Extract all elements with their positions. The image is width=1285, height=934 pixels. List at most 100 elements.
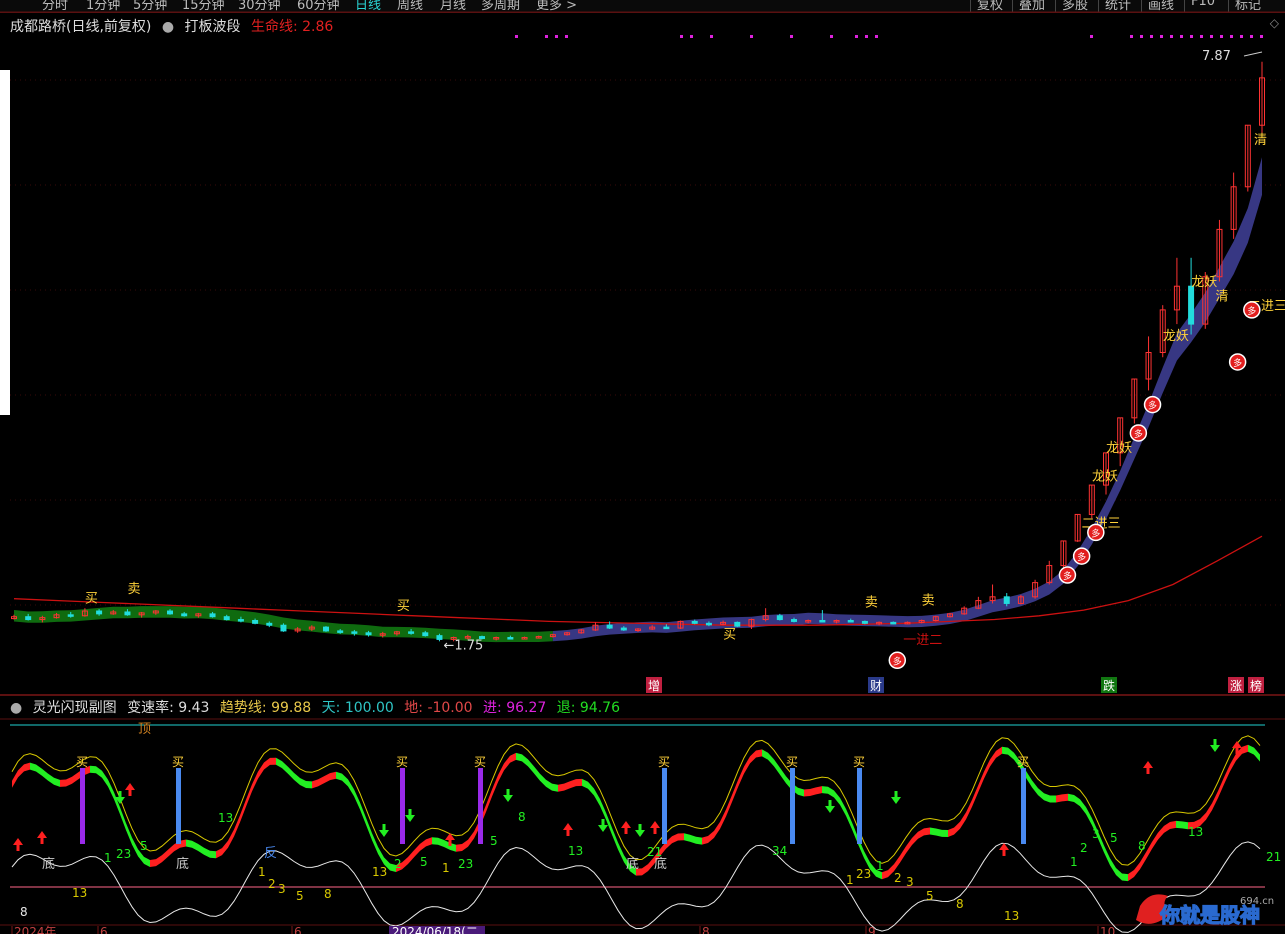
sub-buy-label-6: 买 <box>853 755 865 769</box>
candle-body-54 <box>776 615 783 621</box>
candle-body-42 <box>606 624 613 629</box>
bottom-marker-1: 财 <box>868 677 884 693</box>
ribbon-seg-190 <box>1146 841 1152 860</box>
duo-badge-3: 多 <box>1087 523 1105 542</box>
candle-body-29 <box>422 632 429 637</box>
candle-body-12 <box>181 613 188 617</box>
ribbon-seg-25 <box>156 855 162 867</box>
marker-text: 增 <box>648 679 660 693</box>
ribbon-seg-133 <box>804 789 810 797</box>
ribbon-seg-85 <box>516 752 522 762</box>
ribbon-seg-2 <box>18 764 24 778</box>
sub-count-9: 5 <box>296 889 304 903</box>
sub-arrow-stem-15 <box>1002 850 1006 856</box>
ribbon-seg-151 <box>912 831 918 845</box>
ribbon-seg-113 <box>684 833 690 842</box>
duo-text: 多 <box>1063 570 1072 582</box>
signal-bar-5 <box>790 768 795 844</box>
ribbon-seg-16 <box>102 770 108 787</box>
duo-text: 多 <box>1077 551 1086 563</box>
ribbon-seg-165 <box>996 746 1002 758</box>
marker-text: 榜 <box>1250 678 1262 693</box>
ribbon-seg-11 <box>72 772 78 784</box>
ribbon-seg-204 <box>1230 753 1236 772</box>
date-label-0: 2024年 <box>11 925 57 934</box>
ribbon-seg-134 <box>810 787 816 797</box>
ribbon-seg-150 <box>906 837 912 854</box>
sub-arrow-14 <box>891 797 901 804</box>
price-chart[interactable]: 7.87←1.75买买买卖卖 卖一进二二进三二进三龙妖龙妖龙妖龙妖清清多多多多多多… <box>0 0 1285 934</box>
ribbon-seg-51 <box>312 779 318 789</box>
sub-buy-label-4: 买 <box>658 755 670 769</box>
ribbon-seg-91 <box>552 783 558 792</box>
ribbon-seg-94 <box>570 779 576 789</box>
ribbon-seg-43 <box>264 757 270 770</box>
ribbon-seg-177 <box>1068 793 1074 802</box>
date-label-1: 6 <box>97 925 108 934</box>
ribbon-seg-152 <box>918 828 924 839</box>
sub-arrow-stem-5 <box>408 809 412 815</box>
ribbon-seg-126 <box>762 749 768 760</box>
sub-arrow-stem-2 <box>118 791 122 797</box>
sub-count-31: 3 <box>1092 827 1100 841</box>
signal-bar-0 <box>80 768 85 844</box>
ribbon-seg-171 <box>1032 780 1038 796</box>
ribbon-seg-170 <box>1026 770 1032 788</box>
sell-signal-2: 卖 <box>922 593 935 608</box>
ribbon-seg-10 <box>66 776 72 787</box>
high-label: 7.87 <box>1202 49 1231 64</box>
sub-count-2: 1 <box>104 851 112 865</box>
sub-count-22: 23 <box>856 867 871 881</box>
candle-body-83 <box>1188 285 1195 325</box>
sub-arrow-12 <box>650 821 660 828</box>
sub-count-0: 8 <box>20 905 28 919</box>
buy-signal-1: 买 <box>397 599 410 614</box>
ribbon-seg-173 <box>1044 793 1050 803</box>
sub-count-26: 5 <box>926 889 934 903</box>
buy-signal-0: 买 <box>85 592 98 607</box>
ribbon-seg-184 <box>1110 858 1116 876</box>
candle-body-8 <box>124 611 131 616</box>
signal-dot-0 <box>515 35 518 38</box>
sub-count-28: 13 <box>1004 909 1019 923</box>
signal-dot-16 <box>1150 35 1153 38</box>
signal-dot-22 <box>1210 35 1213 38</box>
duo-badge-7: 多 <box>1243 301 1261 319</box>
candle-body-18 <box>266 622 273 626</box>
ribbon-seg-4 <box>30 762 36 772</box>
duo-text: 多 <box>1134 428 1143 440</box>
ribbon-seg-208 <box>1254 747 1260 762</box>
ribbon-seg-128 <box>774 759 780 775</box>
sub-count-17: 8 <box>518 810 526 824</box>
ribbon-seg-77 <box>468 831 474 847</box>
sub-arrow-stem-10 <box>624 828 628 834</box>
sub-count-35: 21 <box>1266 850 1281 864</box>
signal-dot-7 <box>750 35 753 38</box>
date-label-4: 8 <box>699 925 710 934</box>
sub-count-7: 2 <box>268 877 276 891</box>
sub-arrow-4 <box>379 830 389 837</box>
date-text: 9 <box>868 925 876 934</box>
candle-body-25 <box>365 632 372 636</box>
ribbon-seg-88 <box>534 766 540 781</box>
sub-count-32: 5 <box>1110 831 1118 845</box>
ribbon-seg-82 <box>498 763 504 783</box>
candle-body-15 <box>223 616 230 621</box>
duo-badge-6: 多 <box>1228 353 1247 371</box>
ribbon-seg-155 <box>936 828 942 837</box>
ribbon-seg-36 <box>222 840 228 856</box>
ribbon-seg-111 <box>672 833 678 844</box>
ribbon-seg-5 <box>36 764 42 776</box>
sub-count-16: 5 <box>490 834 498 848</box>
sub-arrow-3 <box>125 783 135 790</box>
ribbon-seg-186 <box>1122 873 1128 882</box>
ribbon-seg-179 <box>1080 799 1086 815</box>
sub-buy-label-3: 买 <box>474 755 486 769</box>
signal-dot-5 <box>690 35 693 38</box>
ribbon-seg-163 <box>984 759 990 779</box>
ribbon-seg-117 <box>708 830 714 844</box>
ribbon-seg-42 <box>258 762 264 779</box>
ribbon-seg-96 <box>582 778 588 789</box>
ribbon-seg-72 <box>438 837 444 847</box>
signal-bar-7 <box>1021 768 1026 844</box>
